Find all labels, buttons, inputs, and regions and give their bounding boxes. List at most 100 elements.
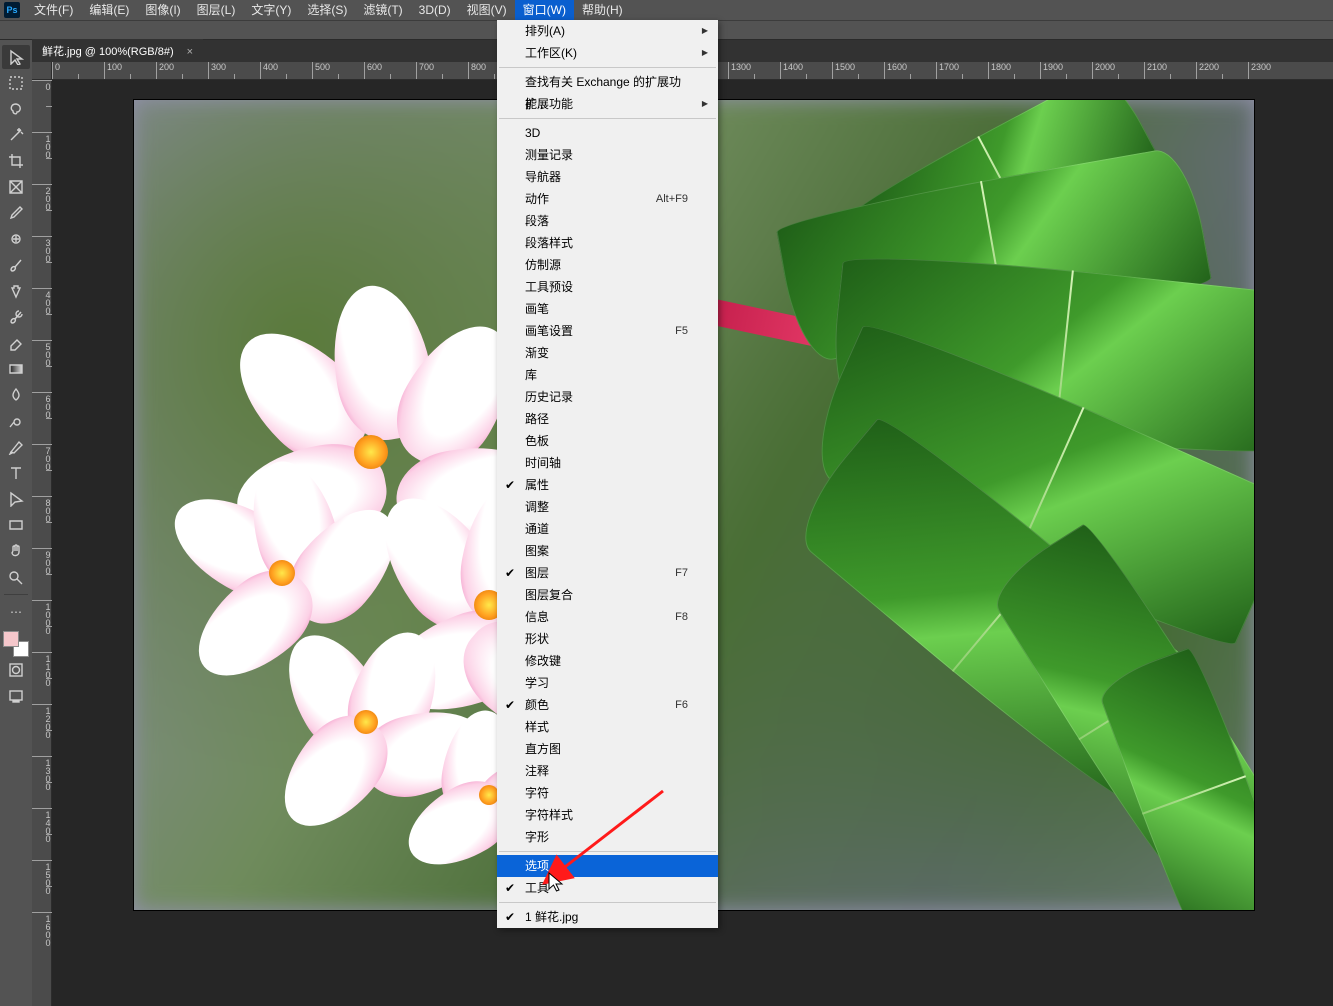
quick-mask-icon[interactable] (2, 658, 30, 682)
menu-item-label: 动作 (525, 192, 549, 206)
menu-item[interactable]: 仿制源 (497, 254, 718, 276)
menu-file[interactable]: 文件(F) (26, 0, 81, 20)
menu-item-label: 1 鲜花.jpg (525, 910, 578, 924)
menu-layer[interactable]: 图层(L) (189, 0, 244, 20)
menu-item[interactable]: 修改键 (497, 650, 718, 672)
window-menu-dropdown: 排列(A)工作区(K) 查找有关 Exchange 的扩展功能... 扩展功能 3D 测… (497, 20, 718, 928)
menu-item[interactable]: 图层复合 (497, 584, 718, 606)
tool-frame[interactable] (2, 175, 30, 199)
menu-item[interactable]: 样式 (497, 716, 718, 738)
menu-item-label: 库 (525, 368, 537, 382)
menu-item[interactable]: 路径 (497, 408, 718, 430)
menu-item[interactable]: 导航器 (497, 166, 718, 188)
menu-help[interactable]: 帮助(H) (574, 0, 631, 20)
menu-item-label: 色板 (525, 434, 549, 448)
menu-item[interactable]: 扩展功能 (497, 93, 718, 115)
edit-toolbar-icon[interactable]: ⋯ (2, 600, 30, 624)
menu-item-label: 形状 (525, 632, 549, 646)
menu-item[interactable]: 画笔设置F5 (497, 320, 718, 342)
menu-item[interactable]: 时间轴 (497, 452, 718, 474)
color-swatches[interactable] (3, 631, 29, 657)
menu-view[interactable]: 视图(V) (459, 0, 515, 20)
tool-dodge[interactable] (2, 409, 30, 433)
tool-type[interactable] (2, 461, 30, 485)
tool-eraser[interactable] (2, 331, 30, 355)
menu-type[interactable]: 文字(Y) (243, 0, 299, 20)
menu-item[interactable]: 段落样式 (497, 232, 718, 254)
menu-item[interactable]: 测量记录 (497, 144, 718, 166)
menu-item[interactable]: 字符样式 (497, 804, 718, 826)
menu-item[interactable]: ✔属性 (497, 474, 718, 496)
ruler-vertical[interactable]: 0100200300400500600700800900100011001200… (32, 80, 52, 1006)
menu-item[interactable]: 形状 (497, 628, 718, 650)
menu-item-label: 画笔 (525, 302, 549, 316)
menu-filter[interactable]: 滤镜(T) (355, 0, 410, 20)
menu-item-label: 图层 (525, 566, 549, 580)
tool-brush[interactable] (2, 253, 30, 277)
menu-item[interactable]: 信息F8 (497, 606, 718, 628)
tool-blur[interactable] (2, 383, 30, 407)
menu-item[interactable]: 画笔 (497, 298, 718, 320)
menu-item[interactable]: 3D (497, 122, 718, 144)
menu-item-label: 信息 (525, 610, 549, 624)
menu-item[interactable]: 渐变 (497, 342, 718, 364)
check-icon: ✔ (505, 562, 515, 584)
menu-item-label: 选项 (525, 859, 549, 873)
menu-item-label: 扩展功能 (525, 97, 573, 111)
menu-item[interactable]: 工具预设 (497, 276, 718, 298)
tool-pen[interactable] (2, 435, 30, 459)
menu-separator (499, 851, 716, 852)
tool-gradient[interactable] (2, 357, 30, 381)
menu-item[interactable]: ✔图层F7 (497, 562, 718, 584)
menu-item[interactable]: 字符 (497, 782, 718, 804)
menu-bar: Ps 文件(F)编辑(E)图像(I)图层(L)文字(Y)选择(S)滤镜(T)3D… (0, 0, 1333, 20)
menu-item[interactable]: 历史记录 (497, 386, 718, 408)
menu-item[interactable]: ✔ 工具 (497, 877, 718, 899)
check-icon: ✔ (505, 906, 515, 928)
menu-item-label: 测量记录 (525, 148, 573, 162)
menu-item[interactable]: 排列(A) (497, 20, 718, 42)
menu-item-label: 学习 (525, 676, 549, 690)
menu-edit[interactable]: 编辑(E) (81, 0, 137, 20)
tool-lasso[interactable] (2, 97, 30, 121)
menu-image[interactable]: 图像(I) (137, 0, 188, 20)
menu-window[interactable]: 窗口(W) (515, 0, 574, 20)
menu-item[interactable]: 库 (497, 364, 718, 386)
tool-magic-wand[interactable] (2, 123, 30, 147)
menu-item[interactable]: 调整 (497, 496, 718, 518)
menu-item[interactable]: 色板 (497, 430, 718, 452)
tool-move[interactable] (2, 45, 30, 69)
menu-select[interactable]: 选择(S) (299, 0, 355, 20)
menu-item[interactable]: 选项 (497, 855, 718, 877)
menu-item[interactable]: ✔ 1 鲜花.jpg (497, 906, 718, 928)
tool-hand[interactable] (2, 539, 30, 563)
menu-item[interactable]: 段落 (497, 210, 718, 232)
menu-item[interactable]: 动作Alt+F9 (497, 188, 718, 210)
tool-history-brush[interactable] (2, 305, 30, 329)
menu-item[interactable]: 通道 (497, 518, 718, 540)
tool-path-select[interactable] (2, 487, 30, 511)
menu-item-label: 工具 (525, 881, 549, 895)
fg-color-swatch[interactable] (3, 631, 19, 647)
screen-mode-icon[interactable] (2, 684, 30, 708)
menu-item-label: 段落 (525, 214, 549, 228)
menu-item[interactable]: 学习 (497, 672, 718, 694)
menu-item[interactable]: 字形 (497, 826, 718, 848)
tool-crop[interactable] (2, 149, 30, 173)
menu-item[interactable]: 工作区(K) (497, 42, 718, 64)
menu-item[interactable]: 图案 (497, 540, 718, 562)
document-tab[interactable]: 鲜花.jpg @ 100%(RGB/8#) × (32, 39, 203, 63)
tool-shape[interactable] (2, 513, 30, 537)
tool-marquee[interactable] (2, 71, 30, 95)
close-icon[interactable]: × (187, 46, 193, 58)
menu-3d[interactable]: 3D(D) (411, 0, 459, 20)
tool-clone[interactable] (2, 279, 30, 303)
check-icon: ✔ (505, 877, 515, 899)
menu-item[interactable]: 查找有关 Exchange 的扩展功能... (497, 71, 718, 93)
menu-item[interactable]: 直方图 (497, 738, 718, 760)
menu-item[interactable]: 注释 (497, 760, 718, 782)
tool-zoom[interactable] (2, 565, 30, 589)
tool-eyedropper[interactable] (2, 201, 30, 225)
tool-spot-heal[interactable] (2, 227, 30, 251)
menu-item[interactable]: ✔颜色F6 (497, 694, 718, 716)
